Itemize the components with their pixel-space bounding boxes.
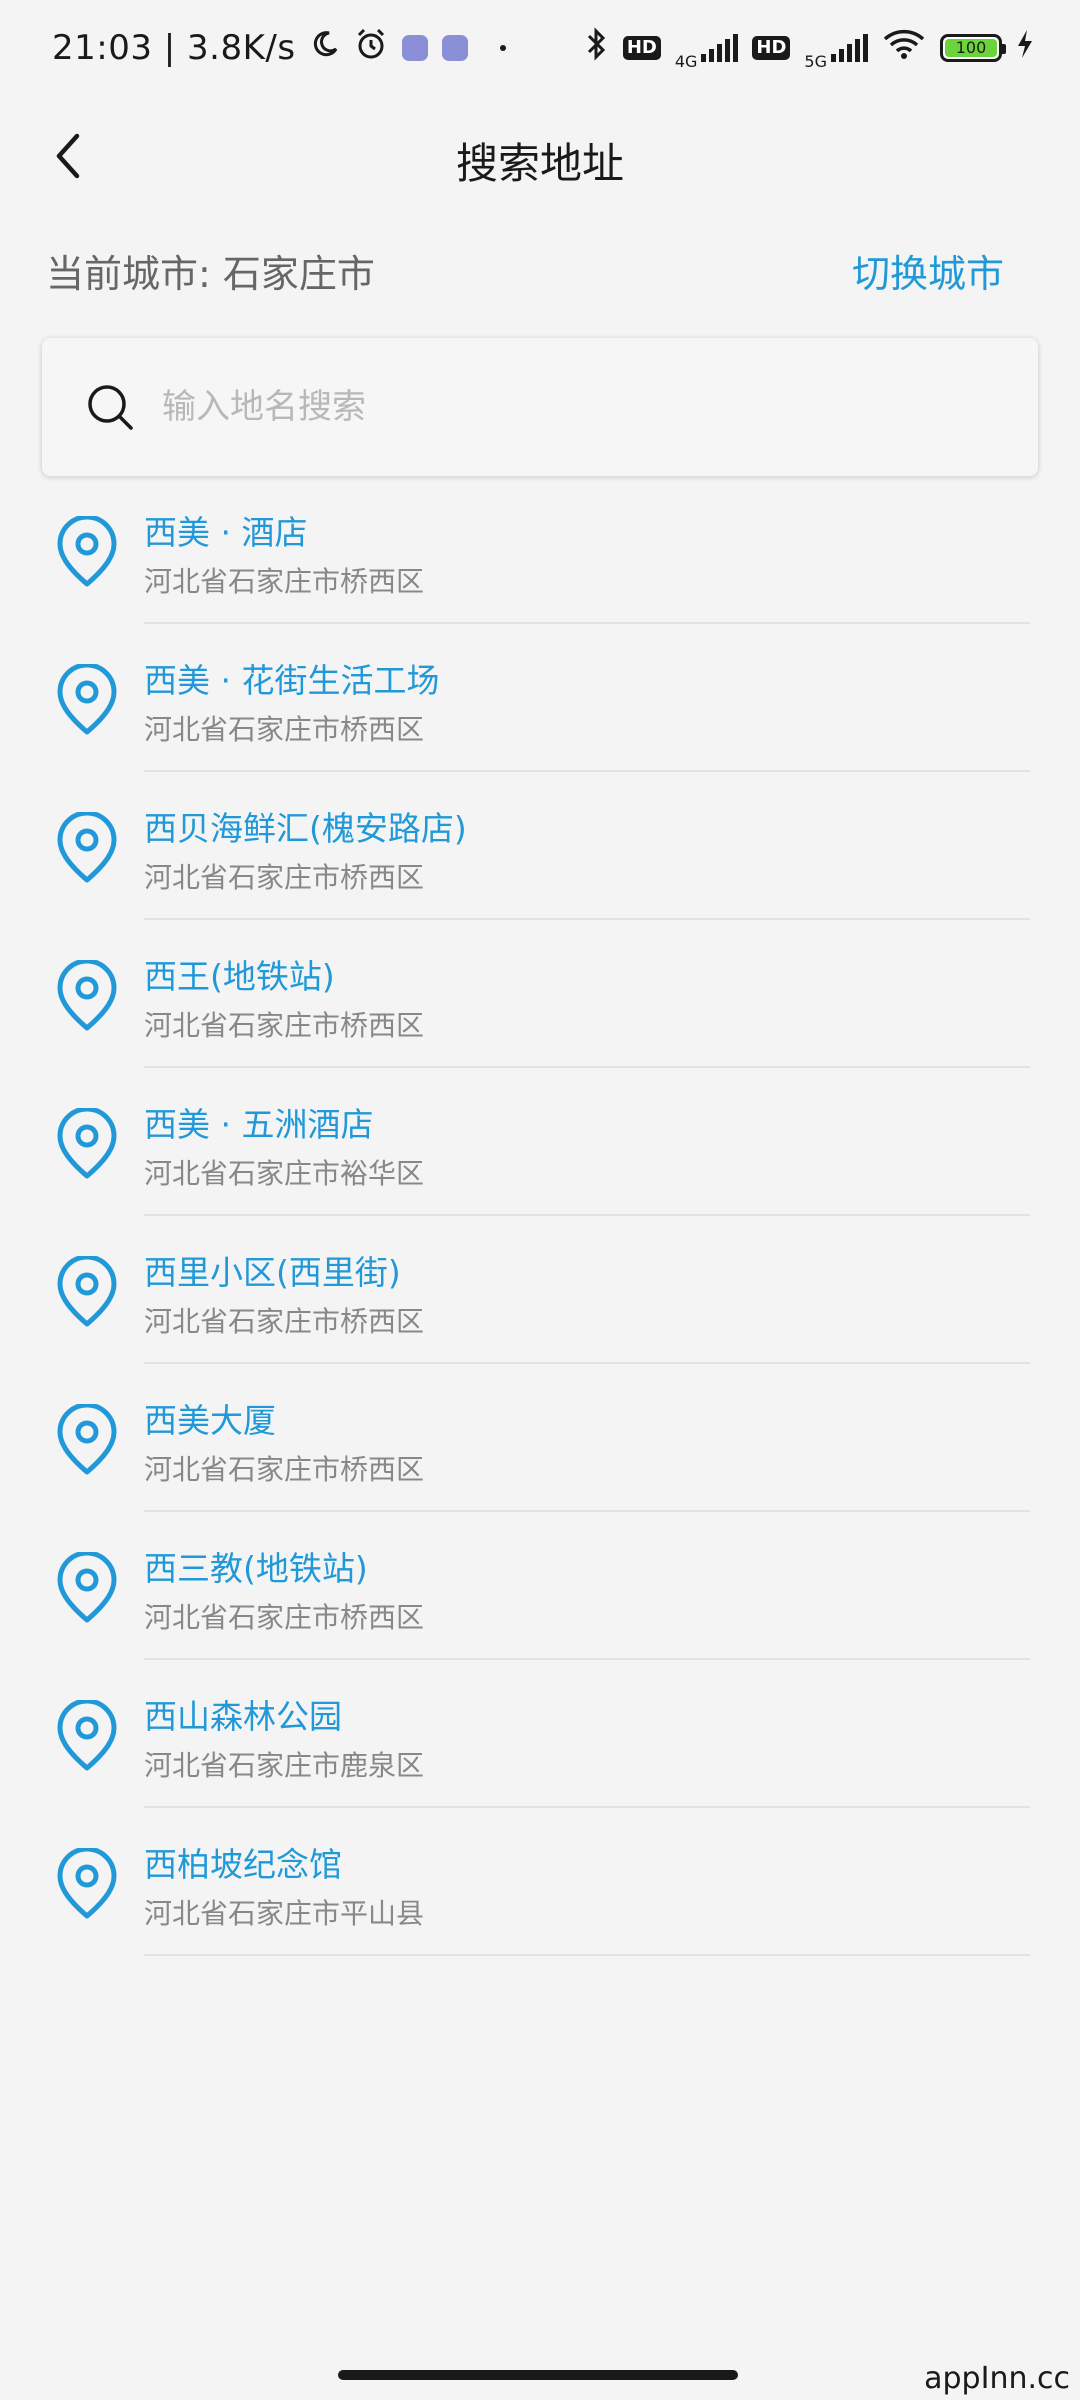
result-name: 西里小区(西里街)	[144, 1253, 401, 1292]
network-4g-label: 4G	[674, 51, 698, 71]
hd-voice-badge: HD	[622, 36, 661, 60]
result-name: 西美 · 五洲酒店	[144, 1105, 374, 1144]
result-item[interactable]: 西王(地铁站) 河北省石家庄市桥西区	[0, 920, 1080, 1068]
result-address: 河北省石家庄市裕华区	[144, 1157, 425, 1190]
result-item[interactable]: 西贝海鲜汇(槐安路店) 河北省石家庄市桥西区	[0, 772, 1080, 920]
signal-strength-icon-2	[831, 34, 868, 62]
charging-icon	[1016, 28, 1034, 68]
battery-level: 100	[945, 39, 997, 57]
result-address: 河北省石家庄市桥西区	[144, 1601, 425, 1634]
result-address: 河北省石家庄市桥西区	[144, 1009, 425, 1042]
status-left: 21:03 | 3.8K/s	[52, 27, 506, 70]
location-pin-icon	[57, 1108, 117, 1179]
result-name: 西贝海鲜汇(槐安路店)	[144, 809, 467, 848]
divider	[144, 1954, 1030, 1956]
city-row: 当前城市: 石家庄市 切换城市	[46, 240, 1034, 300]
result-name: 西美 · 酒店	[144, 513, 308, 552]
home-indicator[interactable]	[338, 2370, 738, 2380]
location-pin-icon	[57, 1404, 117, 1475]
wifi-icon	[882, 27, 926, 70]
result-item[interactable]: 西美 · 五洲酒店 河北省石家庄市裕华区	[0, 1068, 1080, 1216]
result-address: 河北省石家庄市平山县	[144, 1897, 425, 1930]
result-name: 西王(地铁站)	[144, 957, 335, 996]
result-address: 河北省石家庄市鹿泉区	[144, 1749, 425, 1782]
status-right: HD 4G HD 5G 100	[585, 26, 1034, 71]
bluetooth-icon	[585, 26, 609, 71]
result-name: 西美大厦	[144, 1401, 276, 1440]
result-item[interactable]: 西里小区(西里街) 河北省石家庄市桥西区	[0, 1216, 1080, 1364]
location-pin-icon	[57, 812, 117, 883]
result-item[interactable]: 西美 · 花街生活工场 河北省石家庄市桥西区	[0, 624, 1080, 772]
result-item[interactable]: 西美 · 酒店 河北省石家庄市桥西区	[0, 476, 1080, 624]
status-time: 21:03 | 3.8K/s	[52, 28, 296, 68]
app-notification-icon	[441, 35, 468, 61]
result-address: 河北省石家庄市桥西区	[144, 861, 425, 894]
result-name: 西山森林公园	[144, 1697, 342, 1736]
result-list: 西美 · 酒店 河北省石家庄市桥西区 西美 · 花街生活工场 河北省石家庄市桥西…	[0, 476, 1080, 1956]
result-address: 河北省石家庄市桥西区	[144, 713, 425, 746]
search-box[interactable]	[42, 338, 1038, 476]
result-item[interactable]: 西柏坡纪念馆 河北省石家庄市平山县	[0, 1808, 1080, 1956]
location-pin-icon	[57, 1256, 117, 1327]
more-notifications-dot-icon	[499, 45, 506, 51]
network-5g-label: 5G	[804, 51, 827, 71]
page-title: 搜索地址	[455, 139, 624, 188]
status-bar: 21:03 | 3.8K/s HD 4G HD 5G 100	[0, 0, 1080, 96]
result-address: 河北省石家庄市桥西区	[144, 565, 425, 598]
result-name: 西美 · 花街生活工场	[144, 661, 440, 700]
alarm-icon	[354, 27, 388, 70]
location-pin-icon	[57, 960, 117, 1031]
result-name: 西三教(地铁站)	[144, 1549, 368, 1588]
location-pin-icon	[57, 516, 117, 587]
app-notification-icon	[401, 35, 428, 61]
result-item[interactable]: 西三教(地铁站) 河北省石家庄市桥西区	[0, 1512, 1080, 1660]
switch-city-button[interactable]: 切换城市	[852, 243, 1004, 298]
result-name: 西柏坡纪念馆	[144, 1845, 342, 1884]
search-icon	[82, 379, 138, 435]
do-not-disturb-icon	[310, 28, 340, 68]
location-pin-icon	[57, 1848, 117, 1919]
hd-voice-badge-2: HD	[752, 36, 791, 60]
header: 搜索地址	[0, 110, 1080, 200]
location-pin-icon	[57, 664, 117, 735]
battery-icon: 100	[940, 34, 1006, 62]
location-pin-icon	[57, 1700, 117, 1771]
current-city-label: 当前城市: 石家庄市	[46, 251, 375, 296]
result-item[interactable]: 西山森林公园 河北省石家庄市鹿泉区	[0, 1660, 1080, 1808]
watermark: appInn.cc	[924, 2361, 1070, 2396]
result-address: 河北省石家庄市桥西区	[144, 1305, 425, 1338]
result-item[interactable]: 西美大厦 河北省石家庄市桥西区	[0, 1364, 1080, 1512]
search-input[interactable]	[160, 386, 964, 428]
location-pin-icon	[57, 1552, 117, 1623]
signal-strength-icon	[701, 34, 739, 62]
result-address: 河北省石家庄市桥西区	[144, 1453, 425, 1486]
